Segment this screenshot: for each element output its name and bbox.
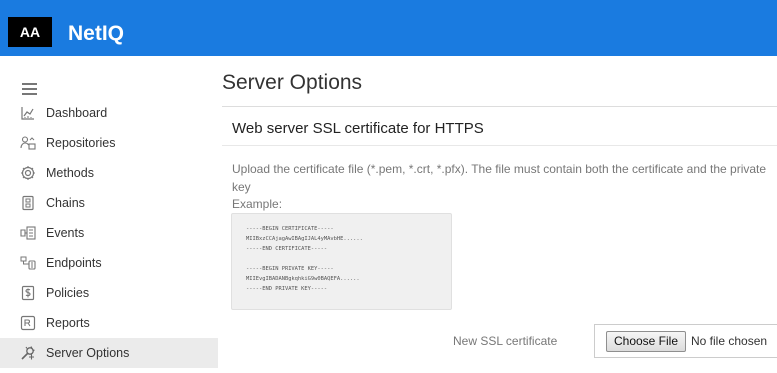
sidebar-item-label: Policies [46,286,90,300]
example-label: Example: [232,197,283,211]
sidebar-item-label: Events [46,226,85,240]
sidebar-item-endpoints[interactable]: Endpoints [0,248,218,278]
file-status-text: No file chosen [691,334,768,348]
sidebar-item-label: Dashboard [46,106,108,120]
policies-icon [20,285,36,301]
sidebar-item-dashboard[interactable]: Dashboard [0,98,218,128]
hamburger-icon[interactable] [22,83,37,95]
sidebar-item-reports[interactable]: Reports [0,308,218,338]
events-icon [20,225,36,241]
sidebar-item-events[interactable]: Events [0,218,218,248]
help-text: Upload the certificate file (*.pem, *.cr… [232,162,767,194]
divider [222,106,777,107]
sidebar-item-label: Reports [46,316,90,330]
sidebar-item-chains[interactable]: Chains [0,188,218,218]
reports-icon [20,315,36,331]
methods-icon [20,165,36,181]
example-line: -----BEGIN PRIVATE KEY----- [246,266,334,272]
page-title: Server Options [222,71,363,94]
certificate-example-box: -----BEGIN CERTIFICATE----- MIIBxzCCAjag… [231,213,452,310]
ssl-certificate-label: New SSL certificate [453,334,558,348]
sidebar-item-methods[interactable]: Methods [0,158,218,188]
example-line: -----END PRIVATE KEY----- [246,286,328,292]
section-title: Web server SSL certificate for HTTPS [232,120,484,137]
logo: AA [8,17,52,47]
sidebar-item-label: Methods [46,166,94,180]
example-line: -----BEGIN CERTIFICATE----- [246,226,334,232]
choose-file-button[interactable]: Choose File [606,331,686,352]
example-line: -----END CERTIFICATE----- [246,246,328,252]
divider [222,145,777,146]
repositories-icon [20,135,36,151]
example-line: MIIBxzCCAjagAwIBAgIJAL4yMAvbHE...... [246,236,363,242]
app-header: AA NetIQ [0,0,777,56]
sidebar-item-label: Chains [46,196,85,210]
sidebar-item-repositories[interactable]: Repositories [0,128,218,158]
chains-icon [20,195,36,211]
example-line: MIIEvgIBADANBgkqhkiG9w0BAQEFA...... [246,276,360,282]
sidebar-item-server-options[interactable]: Server Options [0,338,218,368]
sidebar-item-policies[interactable]: Policies [0,278,218,308]
sidebar-item-label: Server Options [46,346,130,360]
sidebar: Dashboard Repositories Methods Chains Ev… [0,56,218,373]
ssl-certificate-file-input[interactable]: Choose File No file chosen [594,324,777,358]
sidebar-item-label: Endpoints [46,256,102,270]
dashboard-icon [20,105,36,121]
server-options-icon [20,345,36,361]
app-title: NetIQ [68,22,125,45]
sidebar-item-label: Repositories [46,136,116,150]
endpoints-icon [20,255,36,271]
